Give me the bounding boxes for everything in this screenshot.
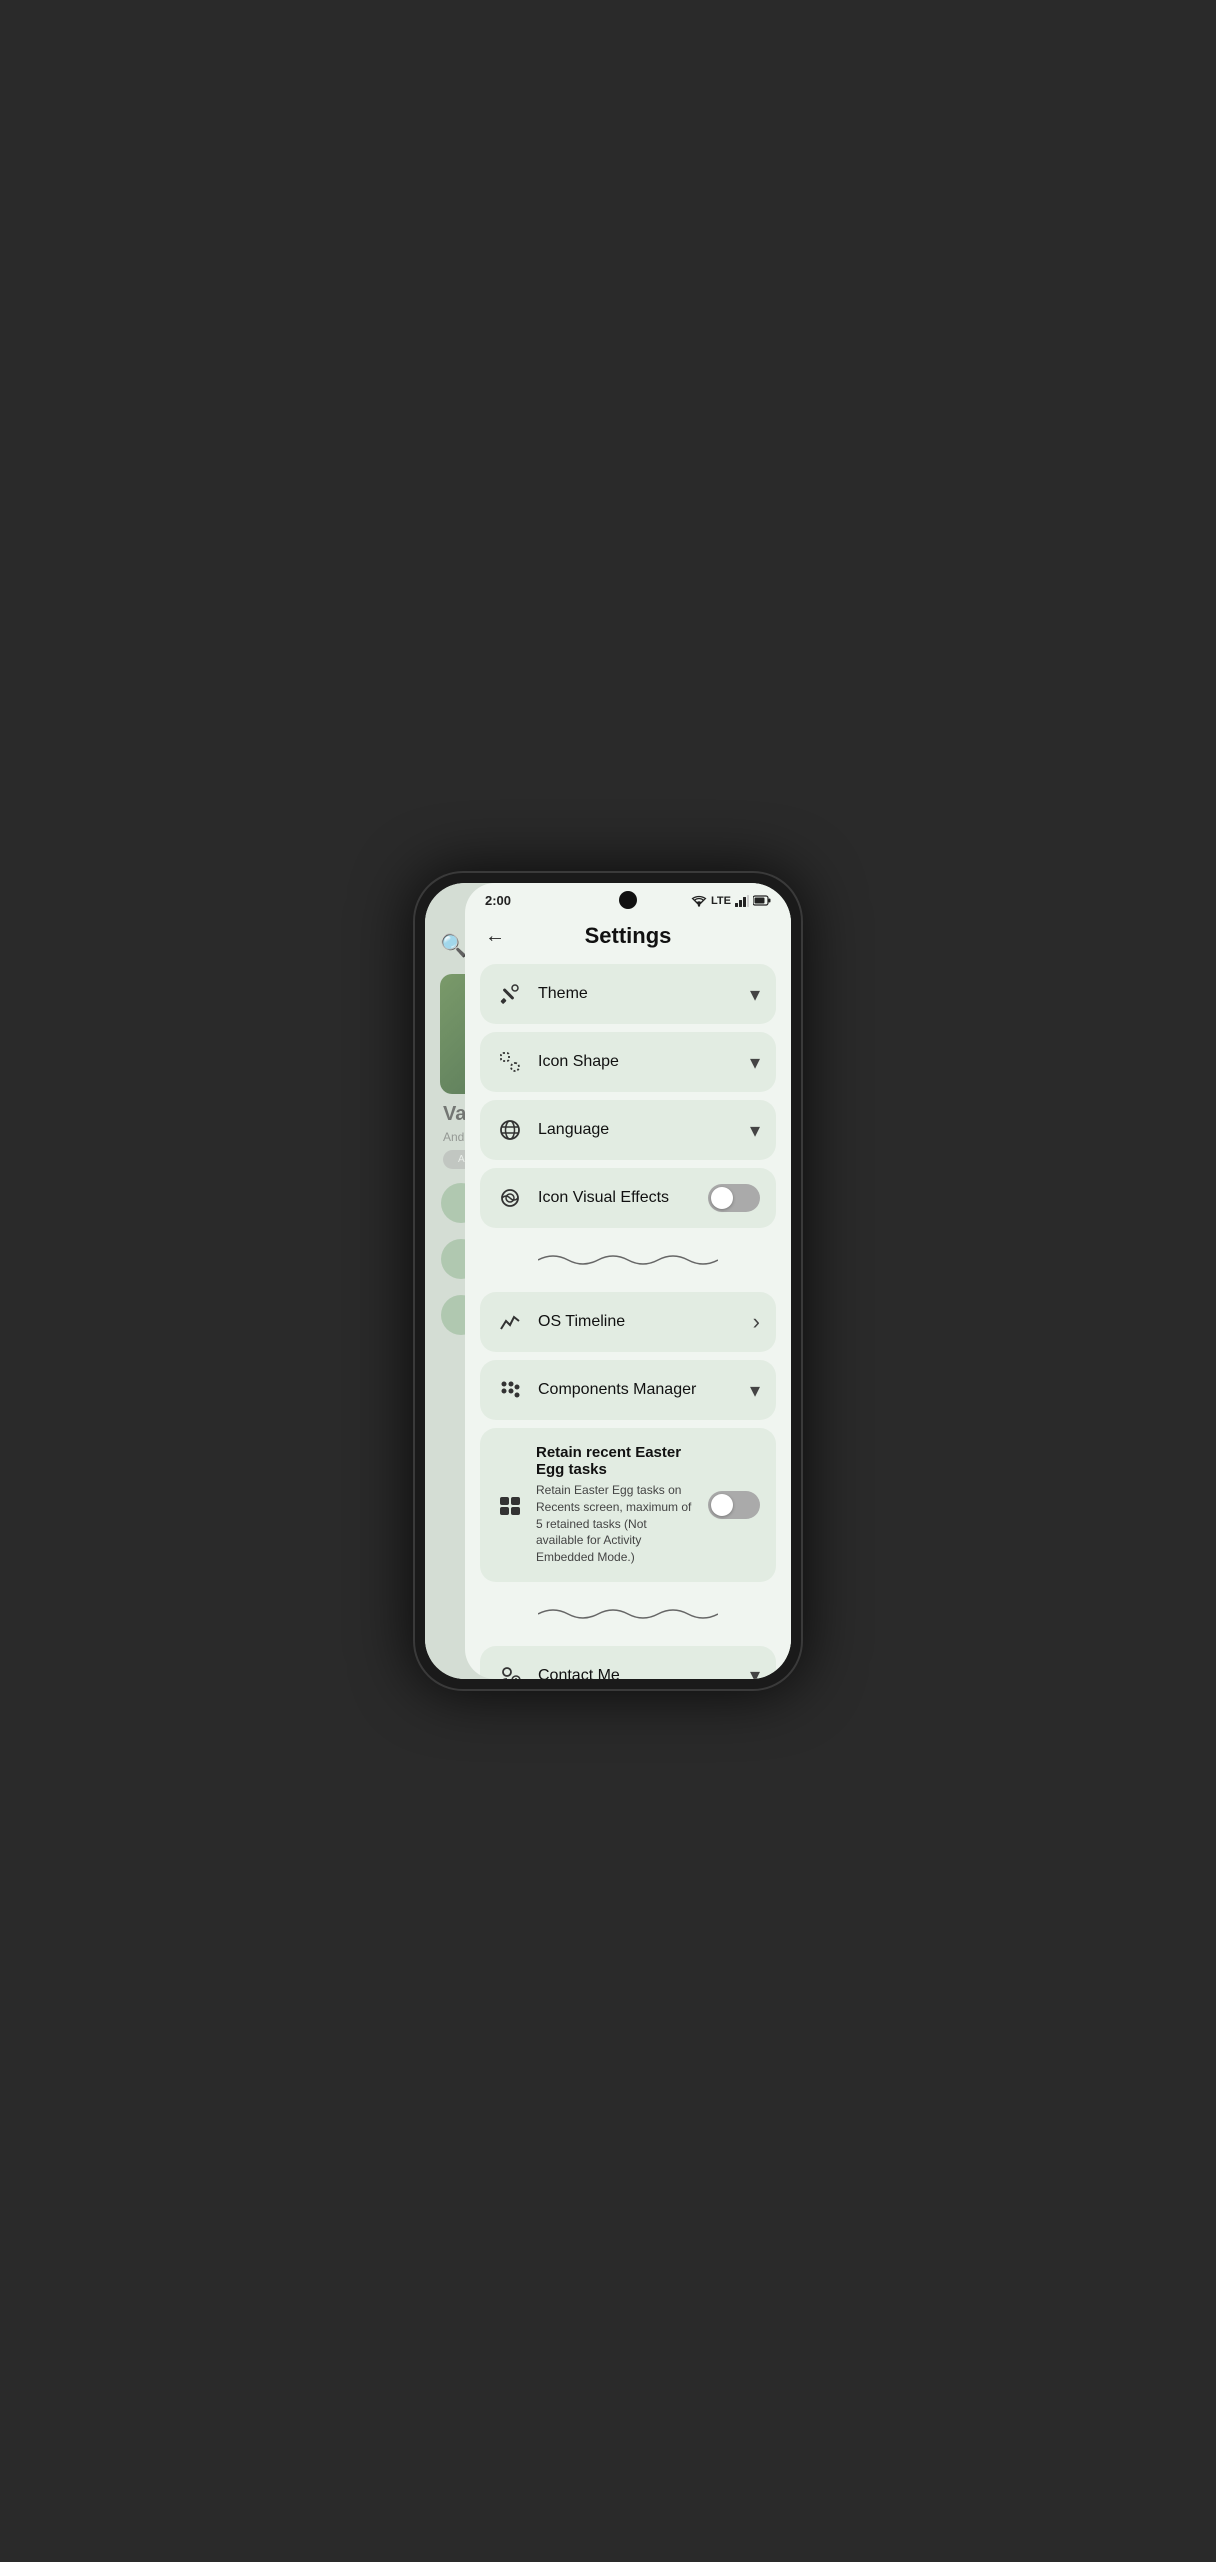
contact-me-icon <box>496 1662 524 1679</box>
status-time: 2:00 <box>485 893 511 908</box>
signal-icon <box>735 895 749 907</box>
retain-tasks-title: Retain recent Easter Egg tasks <box>536 1444 696 1478</box>
settings-item-icon-shape[interactable]: Icon Shape ▾ <box>480 1032 776 1092</box>
icon-visual-effects-icon <box>496 1184 524 1212</box>
icon-visual-effects-toggle[interactable] <box>708 1184 760 1212</box>
icon-shape-chevron: ▾ <box>750 1050 760 1075</box>
settings-item-components-manager[interactable]: Components Manager ▾ <box>480 1360 776 1420</box>
theme-chevron: ▾ <box>750 982 760 1007</box>
icon-shape-label: Icon Shape <box>538 1053 750 1071</box>
settings-overlay: 2:00 LTE <box>465 883 791 1679</box>
settings-item-os-timeline[interactable]: OS Timeline › <box>480 1292 776 1352</box>
back-button[interactable]: ← <box>485 925 517 948</box>
phone-frame: 🔍 Va Andr APP An Andr Pa Andr <box>413 871 803 1691</box>
wavy-divider-2 <box>480 1594 776 1634</box>
icon-visual-effects-label: Icon Visual Effects <box>538 1189 708 1207</box>
retain-tasks-toggle[interactable] <box>708 1491 760 1519</box>
os-timeline-label: OS Timeline <box>538 1313 753 1331</box>
settings-header: ← Settings <box>465 913 791 964</box>
retain-tasks-text: Retain recent Easter Egg tasks Retain Ea… <box>536 1444 696 1566</box>
language-icon <box>496 1116 524 1144</box>
settings-item-theme[interactable]: Theme ▾ <box>480 964 776 1024</box>
settings-item-icon-visual-effects[interactable]: Icon Visual Effects <box>480 1168 776 1228</box>
phone-screen: 🔍 Va Andr APP An Andr Pa Andr <box>425 883 791 1679</box>
battery-icon <box>753 895 771 906</box>
settings-item-language[interactable]: Language ▾ <box>480 1100 776 1160</box>
components-manager-label: Components Manager <box>538 1381 750 1399</box>
wavy-divider-1 <box>480 1240 776 1280</box>
icon-shape-icon <box>496 1048 524 1076</box>
components-manager-icon <box>496 1376 524 1404</box>
settings-item-retain-tasks[interactable]: Retain recent Easter Egg tasks Retain Ea… <box>480 1428 776 1582</box>
components-manager-chevron: ▾ <box>750 1378 760 1403</box>
settings-list: Theme ▾ Icon Shape ▾ <box>465 964 791 1679</box>
language-label: Language <box>538 1121 750 1139</box>
theme-icon <box>496 980 524 1008</box>
settings-item-contact-me[interactable]: Contact Me ▾ <box>480 1646 776 1679</box>
theme-label: Theme <box>538 985 750 1003</box>
retain-tasks-toggle-knob <box>711 1494 733 1516</box>
lte-label: LTE <box>711 895 731 907</box>
contact-me-chevron: ▾ <box>750 1663 760 1679</box>
contact-me-label: Contact Me <box>538 1667 750 1679</box>
os-timeline-chevron: › <box>753 1309 760 1335</box>
wifi-icon <box>691 895 707 907</box>
camera-hole <box>619 891 637 909</box>
page-title: Settings <box>517 923 739 949</box>
retain-tasks-icon <box>496 1491 524 1519</box>
os-timeline-icon <box>496 1308 524 1336</box>
wavy-line-2 <box>538 1602 718 1626</box>
retain-tasks-desc: Retain Easter Egg tasks on Recents scree… <box>536 1482 696 1566</box>
status-icons: LTE <box>691 895 771 907</box>
toggle-knob <box>711 1187 733 1209</box>
wavy-line-1 <box>538 1248 718 1272</box>
language-chevron: ▾ <box>750 1118 760 1143</box>
status-bar: 2:00 LTE <box>465 883 791 913</box>
